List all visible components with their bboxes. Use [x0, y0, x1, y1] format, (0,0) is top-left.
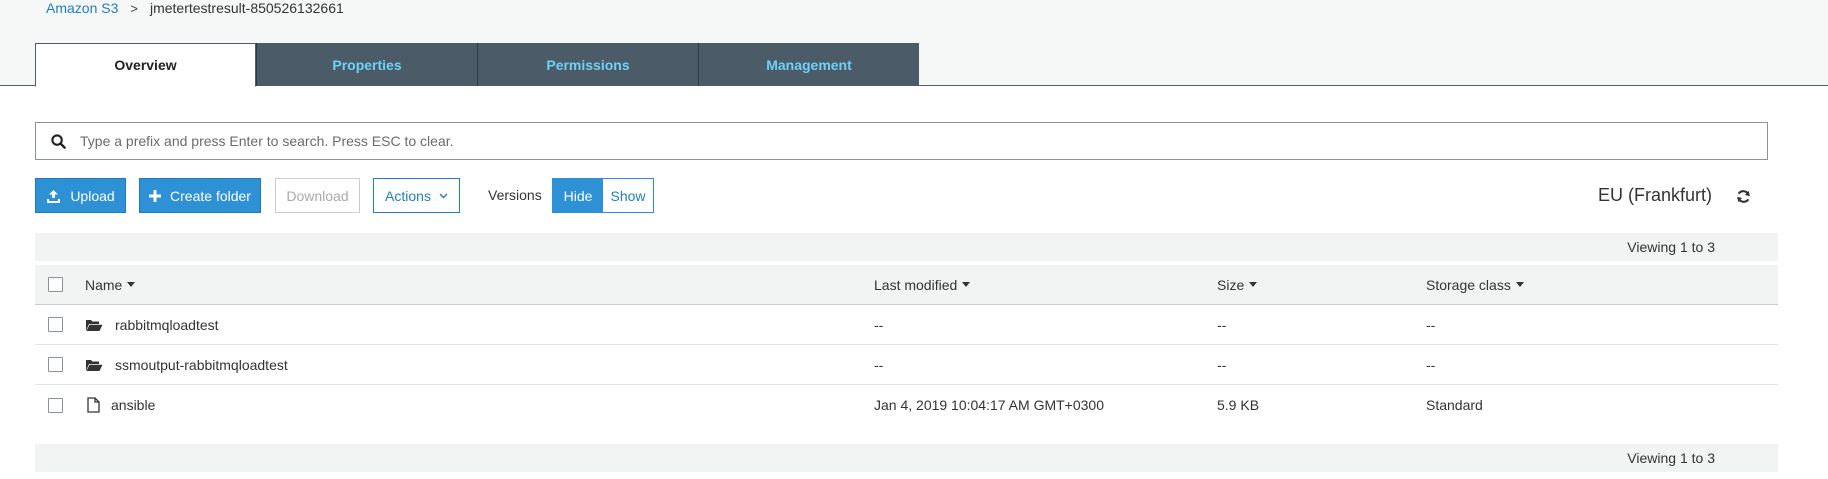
refresh-icon[interactable] — [1736, 189, 1751, 207]
breadcrumb: Amazon S3 > jmetertestresult-85052613266… — [46, 0, 344, 16]
versions-toggle: Hide Show — [552, 178, 654, 213]
folder-open-icon — [85, 358, 103, 372]
versions-show-button[interactable]: Show — [603, 179, 653, 212]
breadcrumb-bucket: jmetertestresult-850526132661 — [149, 0, 344, 16]
size-cell: -- — [1217, 316, 1227, 333]
sort-caret-icon — [1249, 282, 1258, 287]
last-modified-cell: -- — [874, 316, 884, 333]
size-cell: -- — [1217, 356, 1227, 373]
table-row: rabbitmqloadtest -- -- -- — [35, 305, 1778, 345]
last-modified-cell: -- — [874, 356, 884, 373]
row-checkbox[interactable] — [48, 357, 63, 372]
versions-hide-button[interactable]: Hide — [553, 179, 603, 212]
object-name-link[interactable]: ssmoutput-rabbitmqloadtest — [115, 357, 288, 373]
versions-label: Versions — [488, 187, 542, 203]
row-checkbox[interactable] — [48, 317, 63, 332]
region-label: EU (Frankfurt) — [1598, 185, 1713, 205]
upload-icon — [46, 189, 61, 203]
upload-button[interactable]: Upload — [35, 178, 126, 213]
storage-class-cell: Standard — [1426, 397, 1483, 413]
viewing-count-bottom: Viewing 1 to 3 — [1627, 450, 1715, 466]
column-header-name[interactable]: Name — [85, 265, 136, 304]
table-header: Name Last modified Size Storage class — [35, 265, 1778, 305]
chevron-down-icon — [439, 193, 448, 199]
file-icon — [87, 397, 100, 413]
object-name-link[interactable]: rabbitmqloadtest — [115, 317, 219, 333]
storage-class-cell: -- — [1426, 316, 1436, 333]
actions-label: Actions — [385, 187, 431, 204]
object-name-link[interactable]: ansible — [111, 397, 155, 413]
row-checkbox[interactable] — [48, 397, 63, 413]
column-header-last-modified-label: Last modified — [874, 276, 958, 293]
table-row: ansible Jan 4, 2019 10:04:17 AM GMT+0300… — [35, 385, 1778, 425]
table-row: ssmoutput-rabbitmqloadtest -- -- -- — [35, 345, 1778, 385]
download-button[interactable]: Download — [275, 178, 360, 213]
column-header-size[interactable]: Size — [1217, 265, 1258, 304]
breadcrumb-root-link[interactable]: Amazon S3 — [46, 0, 118, 16]
column-header-storage-class[interactable]: Storage class — [1426, 265, 1524, 304]
select-all-checkbox[interactable] — [48, 277, 63, 292]
sort-caret-icon — [127, 282, 136, 287]
storage-class-cell: -- — [1426, 356, 1436, 373]
folder-open-icon — [85, 318, 103, 332]
viewing-bar-bottom: Viewing 1 to 3 — [35, 444, 1778, 472]
column-header-size-label: Size — [1217, 276, 1245, 293]
create-folder-button[interactable]: Create folder — [139, 178, 261, 213]
upload-label: Upload — [70, 187, 115, 204]
viewing-bar-top: Viewing 1 to 3 — [35, 233, 1778, 261]
viewing-count-top: Viewing 1 to 3 — [1627, 239, 1715, 255]
search-box — [35, 122, 1768, 160]
tab-management[interactable]: Management — [698, 43, 919, 86]
actions-dropdown[interactable]: Actions — [373, 178, 460, 213]
search-input[interactable] — [80, 133, 1767, 149]
tab-permissions[interactable]: Permissions — [477, 43, 698, 86]
tab-bar: Overview Properties Permissions Manageme… — [35, 43, 919, 87]
size-cell: 5.9 KB — [1217, 397, 1260, 413]
create-folder-label: Create folder — [170, 187, 251, 204]
sort-caret-icon — [962, 282, 971, 287]
tab-properties[interactable]: Properties — [256, 43, 477, 86]
tab-overview[interactable]: Overview — [35, 43, 256, 87]
sort-caret-icon — [1515, 282, 1524, 287]
column-header-last-modified[interactable]: Last modified — [874, 265, 971, 304]
column-header-name-label: Name — [85, 276, 123, 293]
plus-icon — [149, 189, 162, 202]
breadcrumb-separator: > — [130, 0, 138, 16]
last-modified-cell: Jan 4, 2019 10:04:17 AM GMT+0300 — [874, 397, 1104, 413]
column-header-storage-class-label: Storage class — [1426, 276, 1511, 293]
search-icon — [36, 133, 80, 149]
